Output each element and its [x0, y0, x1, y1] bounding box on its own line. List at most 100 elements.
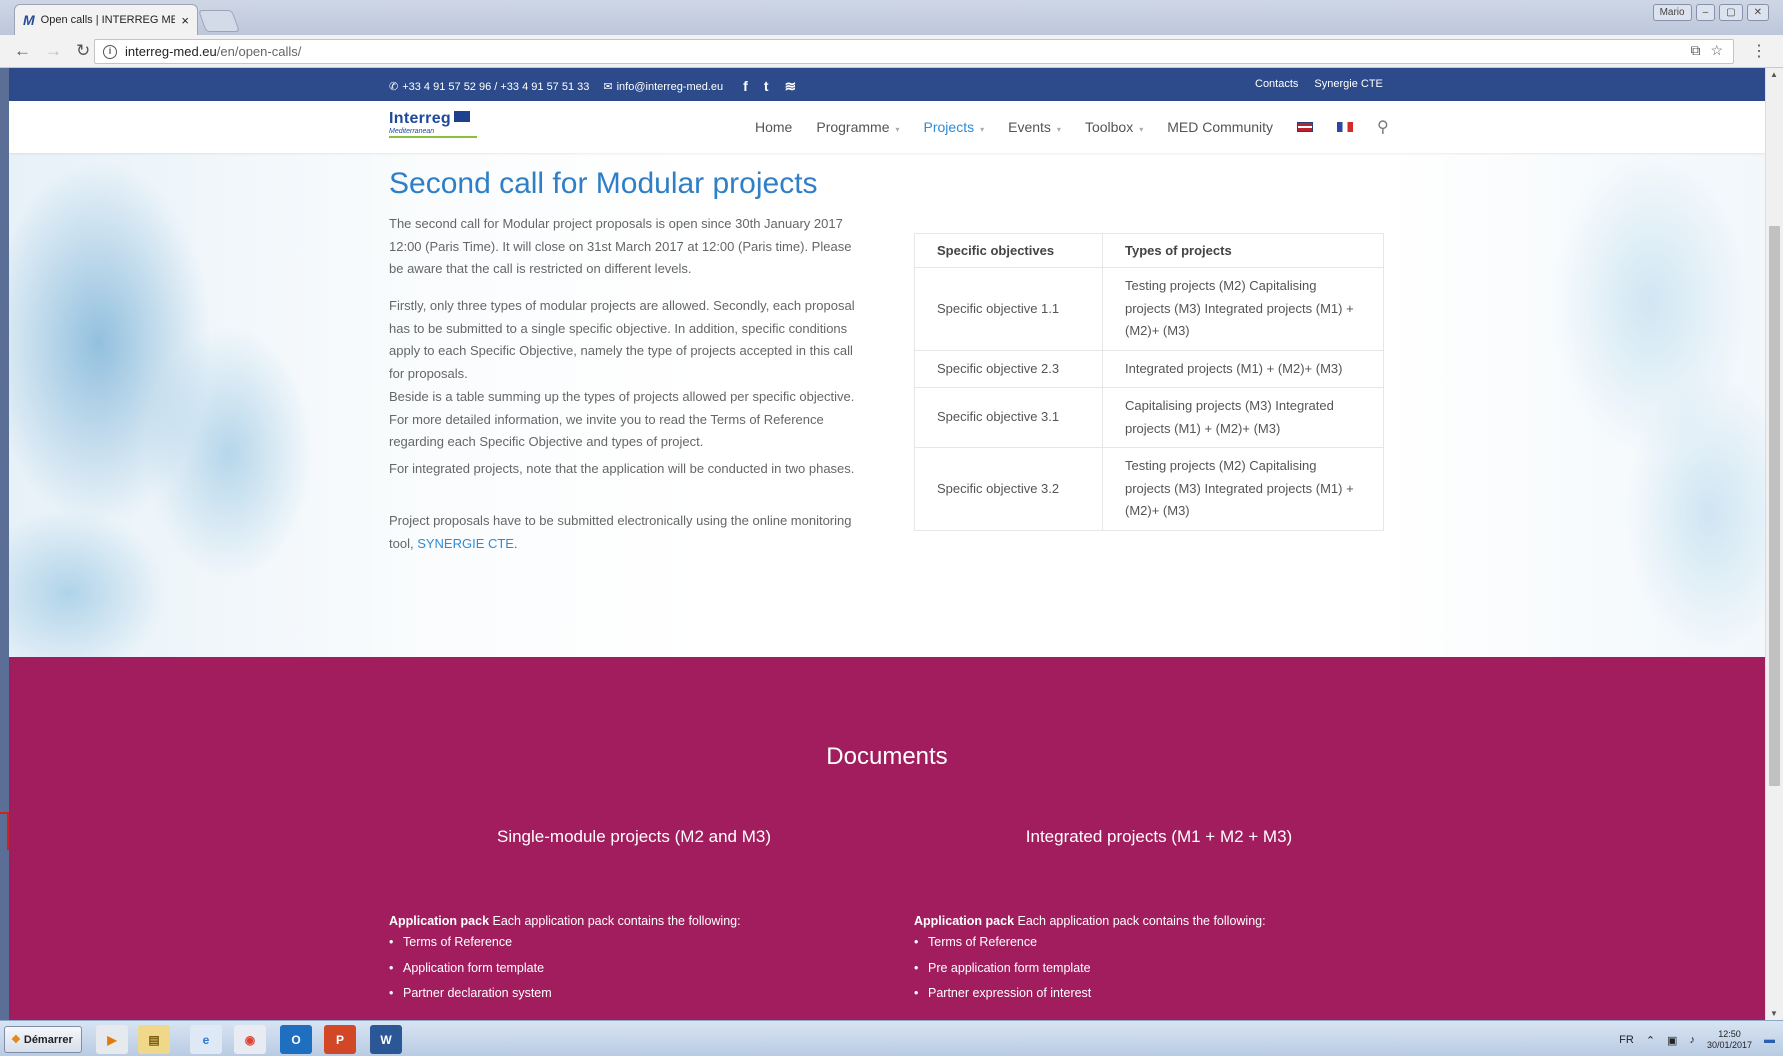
windows-logo-icon: ❖ [11, 1034, 21, 1046]
table-header-row: Specific objectives Types of projects [914, 233, 1384, 268]
powerpoint-icon[interactable]: P [324, 1025, 356, 1054]
table-row: Specific objective 1.1 Testing projects … [914, 267, 1384, 351]
documents-title: Documents [826, 743, 948, 770]
start-button[interactable]: ❖ Démarrer [4, 1026, 82, 1053]
interreg-logo[interactable]: Interreg Mediterranean [389, 110, 479, 144]
address-bar[interactable]: i interreg-med.eu /en/open-calls/ [94, 39, 1734, 64]
email-link[interactable]: info@interreg-med.eu [617, 81, 724, 93]
show-desktop-icon[interactable]: ▬ [1764, 1034, 1775, 1046]
list-item[interactable]: Terms of Reference [914, 930, 1384, 956]
objective-cell: Specific objective 2.3 [914, 349, 1103, 388]
url-path: /en/open-calls/ [216, 44, 302, 59]
bookmark-star-icon[interactable]: ☆ [1710, 42, 1723, 59]
reload-icon[interactable]: ↻ [76, 41, 90, 61]
table-row: Specific objective 3.2 Testing projects … [914, 447, 1384, 531]
translate-icon[interactable]: ⧉ [1690, 42, 1700, 59]
twitter-icon[interactable]: t [764, 78, 769, 95]
mail-icon: ✉ [603, 81, 613, 93]
tab-title: Open calls | INTERREG ME [40, 14, 176, 26]
os-taskbar: ❖ Démarrer ▶ ▤ e ◉ O P W FR ⌃ ▣ ♪ 12:50 3… [0, 1020, 1783, 1056]
documents-section: Documents Single-module projects (M2 and… [9, 657, 1765, 1020]
page-viewport: ✆ +33 4 91 57 52 96 / +33 4 91 57 51 33 … [9, 68, 1765, 1020]
table-row: Specific objective 2.3 Integrated projec… [914, 349, 1384, 388]
project-types-cell: Testing projects (M2) Capitalising proje… [1102, 447, 1384, 531]
list-item[interactable]: Terms of Reference [389, 930, 859, 956]
synergie-cte-link[interactable]: SYNERGIE CTE [417, 536, 514, 551]
search-icon[interactable]: ⚲ [1377, 117, 1389, 137]
table-row: Specific objective 3.1 Capitalising proj… [914, 387, 1384, 448]
list-item[interactable]: Partner expression of interest [914, 981, 1384, 1007]
objective-cell: Specific objective 3.2 [914, 447, 1103, 531]
minimize-button[interactable]: – [1695, 4, 1716, 21]
logo-subtitle: Mediterranean [389, 128, 477, 138]
screen: M Open calls | INTERREG ME × Mario – ▢ ✕… [0, 0, 1783, 1056]
browser-menu-icon[interactable]: ⋮ [1751, 41, 1767, 61]
file-explorer-icon[interactable]: ▤ [138, 1025, 170, 1054]
contacts-link[interactable]: Contacts [1255, 78, 1298, 90]
phone-icon: ✆ [389, 81, 399, 93]
logo-wordmark: Interreg [389, 110, 451, 127]
intro-paragraph: The second call for Modular project prop… [389, 216, 852, 276]
chrome-icon[interactable]: ◉ [234, 1025, 266, 1054]
browser-toolbar: ← → ↻ i interreg-med.eu /en/open-calls/ … [0, 35, 1783, 68]
network-icon[interactable]: ▣ [1667, 1034, 1677, 1047]
nav-projects[interactable]: Projects ▾ [924, 119, 985, 135]
tab-close-icon[interactable]: × [181, 13, 189, 28]
window-user-badge[interactable]: Mario [1652, 4, 1692, 21]
language-indicator[interactable]: FR [1619, 1034, 1634, 1046]
column-header: Specific objectives [914, 233, 1103, 268]
main-nav: Home Programme ▾ Projects ▾ Events ▾ Toolbo… [755, 117, 1389, 137]
outlook-icon[interactable]: O [280, 1025, 312, 1054]
desktop-window-edge [0, 812, 9, 850]
forward-icon[interactable]: → [45, 41, 62, 61]
eu-flag-icon [453, 111, 470, 122]
close-window-button[interactable]: ✕ [1746, 4, 1769, 21]
list-item[interactable]: Pre application form template [914, 956, 1384, 982]
english-flag-icon[interactable] [1297, 122, 1314, 132]
new-tab-button[interactable] [197, 10, 241, 32]
browser-tab-strip: M Open calls | INTERREG ME × Mario – ▢ ✕ [0, 0, 1783, 35]
site-topbar: ✆ +33 4 91 57 52 96 / +33 4 91 57 51 33 … [9, 68, 1765, 101]
document-list: Terms of Reference Application form temp… [389, 930, 859, 1007]
favicon-icon: M [23, 12, 35, 28]
page-title: Second call for Modular projects [389, 167, 818, 200]
content-section: Second call for Modular projects The sec… [9, 153, 1765, 657]
nav-events[interactable]: Events ▾ [1008, 119, 1061, 135]
url-host: interreg-med.eu [125, 44, 217, 59]
system-clock[interactable]: 12:50 30/01/2017 [1707, 1029, 1752, 1051]
back-icon[interactable]: ← [14, 41, 31, 61]
single-module-title: Single-module projects (M2 and M3) [496, 827, 771, 846]
scroll-up-icon[interactable]: ▲ [1770, 70, 1778, 79]
nav-med-community[interactable]: MED Community [1167, 119, 1273, 135]
project-types-cell: Testing projects (M2) Capitalising proje… [1102, 267, 1384, 351]
maximize-button[interactable]: ▢ [1719, 4, 1743, 21]
conditions-paragraph: Firstly, only three types of modular pro… [389, 298, 855, 381]
synergie-link[interactable]: Synergie CTE [1314, 78, 1382, 90]
site-header: Interreg Mediterranean Home Programme ▾ P… [9, 101, 1765, 153]
word-icon[interactable]: W [370, 1025, 402, 1054]
nav-toolbox[interactable]: Toolbox ▾ [1085, 119, 1143, 135]
objectives-table: Specific objectives Types of projects Sp… [914, 233, 1384, 531]
document-list: Terms of Reference Pre application form … [914, 930, 1384, 1007]
objective-cell: Specific objective 3.1 [914, 387, 1103, 448]
nav-programme[interactable]: Programme ▾ [816, 119, 899, 135]
list-item[interactable]: Application form template [389, 956, 859, 982]
facebook-icon[interactable]: f [743, 78, 748, 95]
tray-expand-icon[interactable]: ⌃ [1646, 1034, 1655, 1047]
site-info-icon[interactable]: i [103, 44, 117, 59]
scroll-down-icon[interactable]: ▼ [1770, 1009, 1778, 1018]
application-pack-integrated: Application pack Each application pack c… [914, 914, 1384, 1007]
column-header: Types of projects [1102, 233, 1384, 268]
french-flag-icon[interactable] [1337, 122, 1354, 132]
nav-home[interactable]: Home [755, 119, 792, 135]
media-player-icon[interactable]: ▶ [96, 1025, 128, 1054]
internet-explorer-icon[interactable]: e [190, 1025, 222, 1054]
scrollbar-thumb[interactable] [1769, 226, 1780, 786]
window-controls: Mario – ▢ ✕ [1652, 4, 1769, 21]
rss-icon[interactable]: ≋ [785, 78, 797, 95]
volume-icon[interactable]: ♪ [1689, 1034, 1695, 1046]
vertical-scrollbar[interactable]: ▲ ▼ [1765, 68, 1783, 1020]
browser-tab[interactable]: M Open calls | INTERREG ME × [14, 4, 198, 35]
list-item[interactable]: Partner declaration system [389, 981, 859, 1007]
integrated-title: Integrated projects (M1 + M2 + M3) [1025, 827, 1293, 846]
